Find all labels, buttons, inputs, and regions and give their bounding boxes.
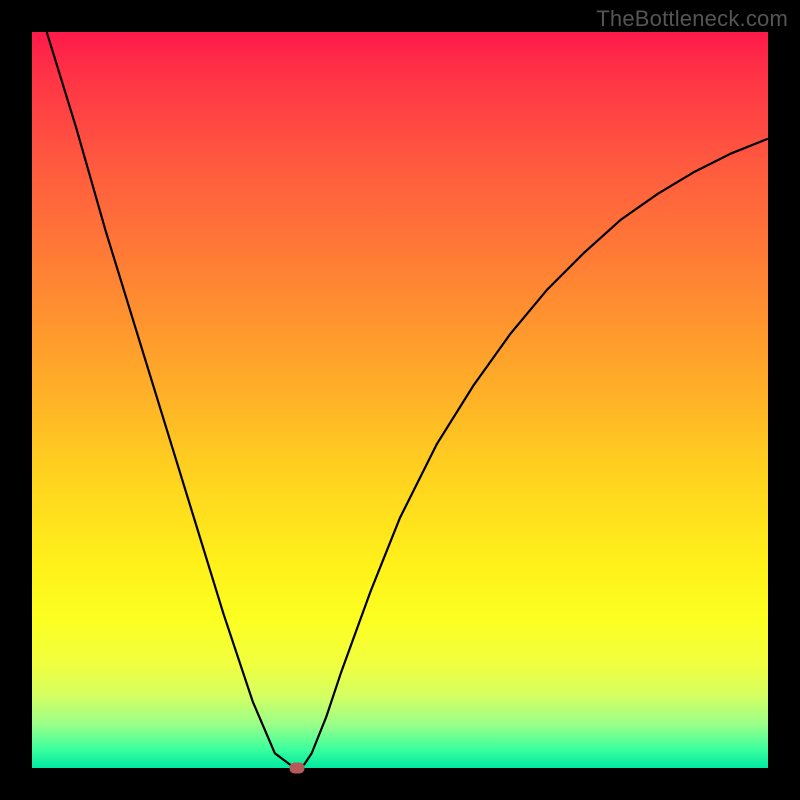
chart-frame: TheBottleneck.com	[0, 0, 800, 800]
curve-path	[47, 32, 768, 768]
bottleneck-curve	[32, 32, 768, 768]
attribution-label: TheBottleneck.com	[596, 6, 788, 32]
optimal-marker	[289, 763, 304, 774]
plot-area	[32, 32, 768, 768]
